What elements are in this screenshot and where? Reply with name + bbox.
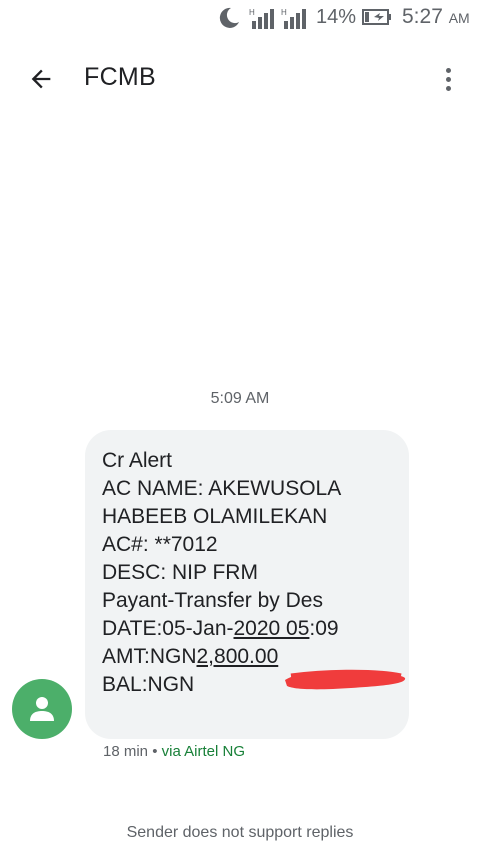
message-line: Cr Alert xyxy=(102,449,173,472)
battery-percent: 14% xyxy=(316,6,357,28)
status-bar: H H 14% 5:27 AM xyxy=(0,0,480,36)
time-value: 5:27 xyxy=(402,5,443,28)
message-line: Payant-Transfer by Des xyxy=(102,589,323,612)
message-line: AC#: **7012 xyxy=(102,533,218,556)
balance-prefix: BAL:NGN xyxy=(102,673,195,696)
message-line: DESC: NIP FRM xyxy=(102,561,258,584)
message-amount-line: AMT:NGN2,800.00 xyxy=(102,643,395,671)
svg-text:H: H xyxy=(249,8,255,17)
conversation-title: FCMB xyxy=(84,63,157,91)
signal-icon: H xyxy=(249,8,274,29)
date-suffix: :09 xyxy=(309,617,339,640)
back-button[interactable] xyxy=(24,62,58,96)
arrow-back-icon xyxy=(31,69,51,89)
date-prefix: DATE:05-Jan- xyxy=(102,617,234,640)
status-time: 5:27 AM xyxy=(402,5,470,29)
message-line: AC NAME: AKEWUSOLA xyxy=(102,477,342,500)
do-not-disturb-moon-icon xyxy=(219,7,239,28)
amount-link[interactable]: 2,800.00 xyxy=(197,645,279,668)
message-bubble[interactable]: Cr Alert AC NAME: AKEWUSOLA HABEEB OLAMI… xyxy=(85,430,409,739)
no-reply-notice: Sender does not support replies xyxy=(126,824,354,841)
app-bar: FCMB xyxy=(0,42,480,114)
message-date-line: DATE:05-Jan-2020 05:09 xyxy=(102,615,395,643)
svg-text:H: H xyxy=(281,8,287,17)
meta-separator: • xyxy=(148,743,162,760)
carrier-label: via Airtel NG xyxy=(161,743,245,760)
redaction-scribble xyxy=(285,669,406,690)
person-icon xyxy=(30,697,54,721)
amount-prefix: AMT:NGN xyxy=(102,645,197,668)
sender-avatar[interactable] xyxy=(12,679,72,739)
more-vert-icon-dot xyxy=(445,67,451,73)
more-options-button[interactable] xyxy=(438,62,458,96)
signal-icon: H xyxy=(281,8,306,29)
time-ampm: AM xyxy=(448,10,470,26)
message-line: HABEEB OLAMILEKAN xyxy=(102,505,328,528)
more-vert-icon-dot xyxy=(445,85,451,91)
battery-charging-icon xyxy=(362,9,391,25)
more-vert-icon-dot xyxy=(445,76,451,82)
message-meta: 18 min • via Airtel NG xyxy=(103,743,245,760)
screen: H H 14% 5:27 AM FCMB 5:09 AM Cr Alert AC… xyxy=(0,0,480,854)
message-age: 18 min xyxy=(103,743,149,760)
date-link[interactable]: 2020 05 xyxy=(234,617,310,640)
message-timestamp: 5:09 AM xyxy=(210,390,270,407)
